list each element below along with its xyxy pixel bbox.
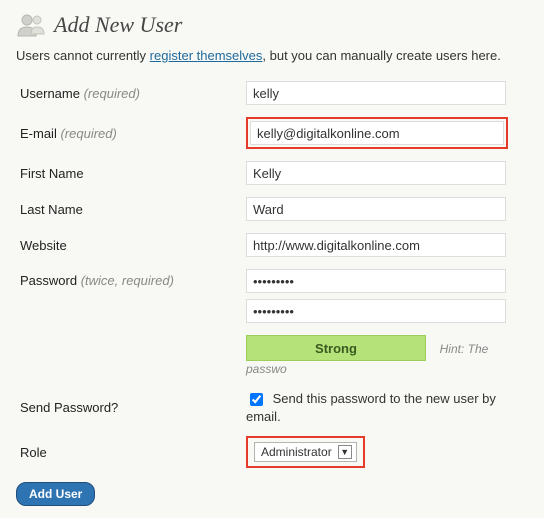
- first-name-label: First Name: [16, 166, 246, 181]
- email-label: E-mail (required): [16, 126, 246, 141]
- role-label: Role: [16, 445, 246, 460]
- website-input[interactable]: [246, 233, 506, 257]
- website-label: Website: [16, 238, 246, 253]
- send-password-checkbox[interactable]: [250, 393, 263, 406]
- send-password-text: Send this password to the new user by em…: [246, 391, 496, 424]
- username-label: Username (required): [16, 86, 246, 101]
- password-confirm-input[interactable]: [246, 299, 506, 323]
- first-name-input[interactable]: [246, 161, 506, 185]
- last-name-label: Last Name: [16, 202, 246, 217]
- password-input[interactable]: [246, 269, 506, 293]
- users-icon: [16, 12, 46, 38]
- role-select[interactable]: Administrator ▼: [254, 442, 357, 462]
- role-highlight: Administrator ▼: [246, 436, 365, 468]
- register-link[interactable]: register themselves: [150, 48, 263, 63]
- email-highlight: [246, 117, 508, 149]
- add-user-button[interactable]: Add User: [16, 482, 95, 506]
- last-name-input[interactable]: [246, 197, 506, 221]
- email-input[interactable]: [250, 121, 504, 145]
- page-title: Add New User: [54, 12, 182, 38]
- chevron-down-icon: ▼: [338, 445, 352, 459]
- send-password-label: Send Password?: [16, 400, 246, 415]
- password-label: Password (twice, required): [16, 269, 246, 288]
- password-strength-meter: Strong: [246, 335, 426, 361]
- username-input[interactable]: [246, 81, 506, 105]
- intro-text: Users cannot currently register themselv…: [16, 48, 528, 63]
